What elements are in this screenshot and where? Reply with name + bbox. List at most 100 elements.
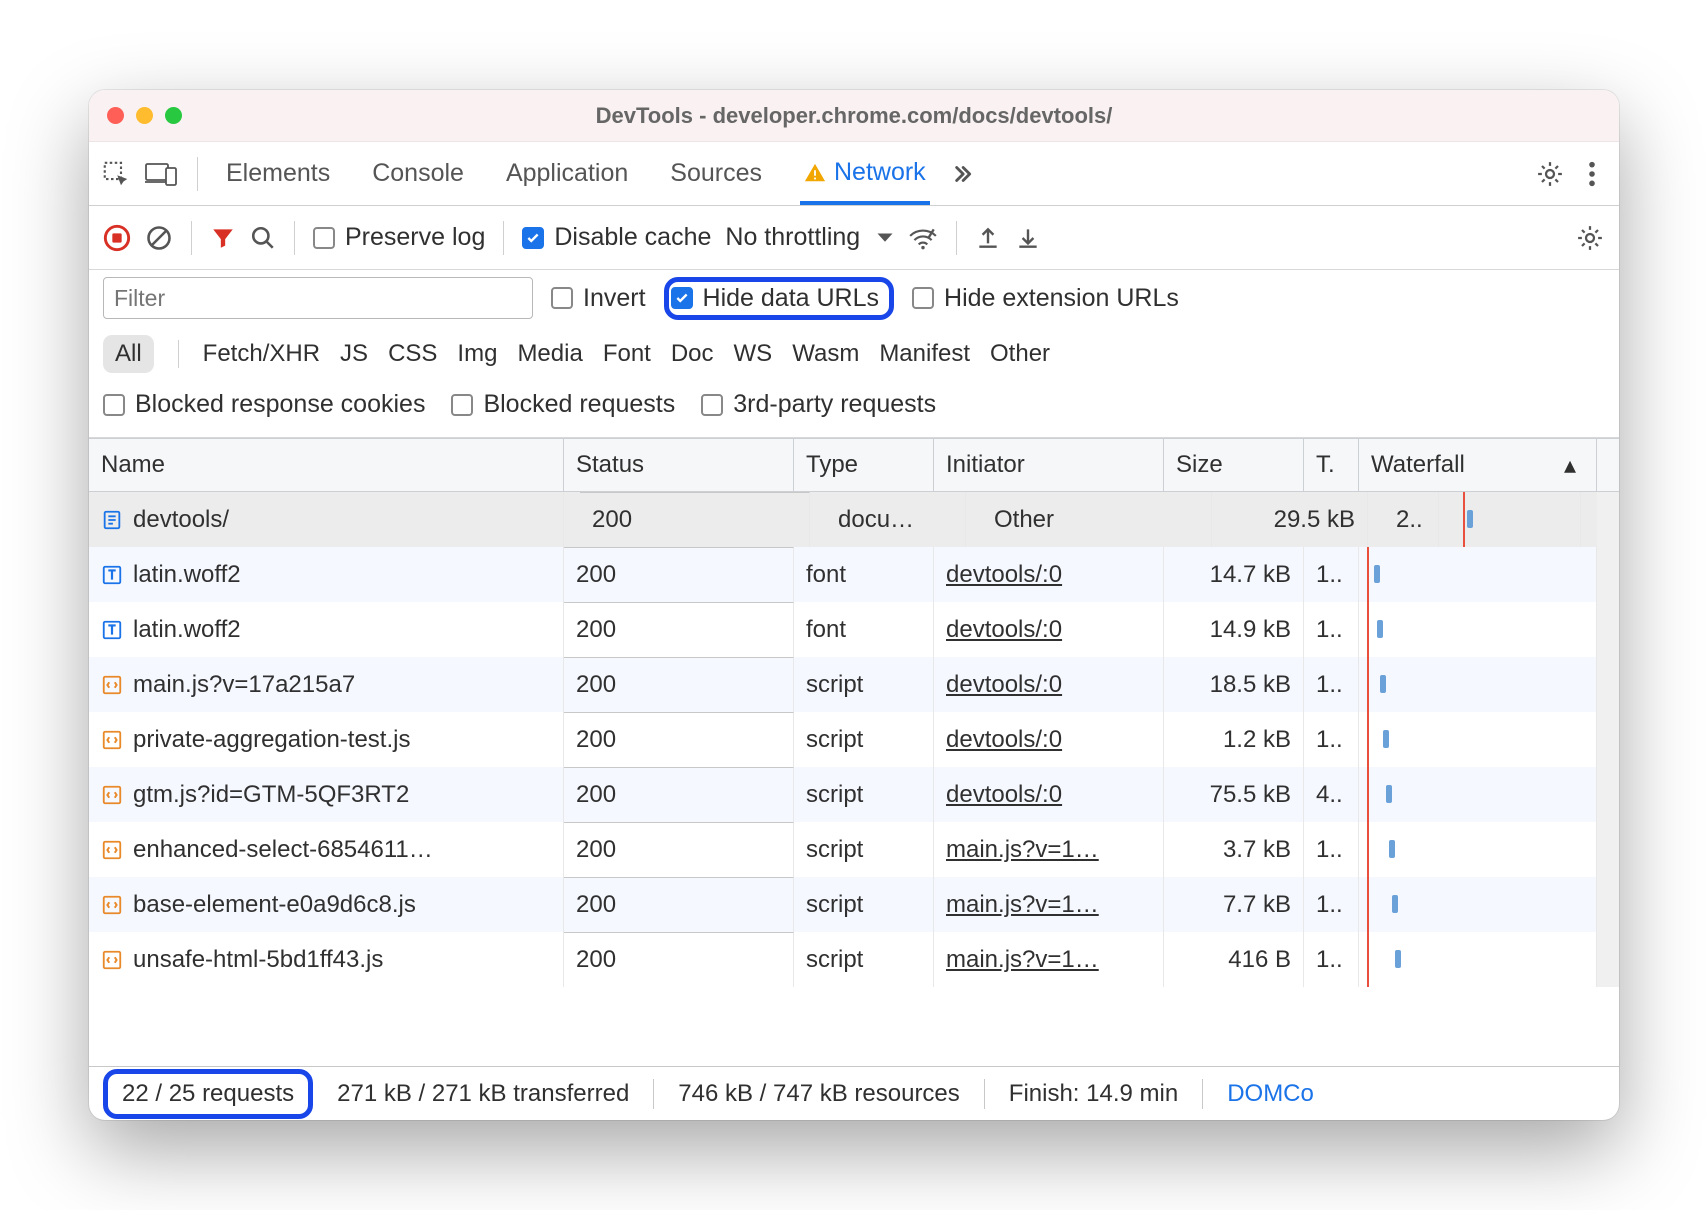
- request-initiator[interactable]: devtools/:0: [934, 547, 1164, 602]
- col-type[interactable]: Type: [794, 439, 934, 491]
- resources-size: 746 kB / 747 kB resources: [654, 1080, 983, 1108]
- device-toolbar-icon[interactable]: [145, 160, 177, 188]
- throttling-select[interactable]: No throttling: [725, 223, 894, 252]
- more-tabs-icon[interactable]: [934, 161, 988, 187]
- domcontentloaded-link[interactable]: DOMCo: [1203, 1080, 1338, 1108]
- table-row[interactable]: unsafe-html-5bd1ff43.js200scriptmain.js?…: [89, 932, 1619, 987]
- request-initiator[interactable]: main.js?v=1…: [934, 822, 1164, 877]
- import-har-icon[interactable]: [1015, 225, 1041, 251]
- tab-elements[interactable]: Elements: [222, 145, 334, 202]
- request-initiator[interactable]: main.js?v=1…: [934, 877, 1164, 932]
- tab-application[interactable]: Application: [502, 145, 632, 202]
- disable-cache-checkbox[interactable]: Disable cache: [522, 223, 711, 252]
- network-conditions-icon[interactable]: [908, 225, 938, 251]
- hide-data-urls-highlight: Hide data URLs: [664, 277, 894, 320]
- waterfall-cell: [1359, 932, 1597, 987]
- col-status[interactable]: Status: [564, 439, 794, 491]
- table-row[interactable]: devtools/200docu…Other29.5 kB2..: [89, 492, 1619, 547]
- scrollbar[interactable]: [1597, 657, 1619, 712]
- col-size[interactable]: Size: [1164, 439, 1304, 491]
- tab-network[interactable]: Network: [800, 144, 930, 205]
- type-filter-wasm[interactable]: Wasm: [792, 340, 859, 368]
- request-initiator[interactable]: devtools/:0: [934, 712, 1164, 767]
- table-row[interactable]: private-aggregation-test.js200scriptdevt…: [89, 712, 1619, 767]
- hide-extension-urls-checkbox[interactable]: Hide extension URLs: [912, 284, 1179, 313]
- table-row[interactable]: base-element-e0a9d6c8.js200scriptmain.js…: [89, 877, 1619, 932]
- type-filter-row: All Fetch/XHR JS CSS Img Media Font Doc WS Wasm Ma…: [89, 326, 1619, 382]
- inspect-element-icon[interactable]: [101, 159, 131, 189]
- scrollbar[interactable]: [1597, 712, 1619, 767]
- type-filter-other[interactable]: Other: [990, 340, 1050, 368]
- col-waterfall[interactable]: Waterfall▴: [1359, 439, 1597, 491]
- type-filter-media[interactable]: Media: [517, 340, 582, 368]
- export-har-icon[interactable]: [975, 225, 1001, 251]
- col-initiator[interactable]: Initiator: [934, 439, 1164, 491]
- settings-icon[interactable]: [1535, 159, 1565, 189]
- table-row[interactable]: main.js?v=17a215a7200scriptdevtools/:018…: [89, 657, 1619, 712]
- request-size: 1.2 kB: [1164, 712, 1304, 767]
- third-party-checkbox[interactable]: 3rd-party requests: [701, 390, 936, 419]
- scrollbar[interactable]: [1597, 492, 1619, 547]
- request-size: 75.5 kB: [1164, 767, 1304, 822]
- scrollbar[interactable]: [1597, 932, 1619, 987]
- table-row[interactable]: latin.woff2200fontdevtools/:014.7 kB1..: [89, 547, 1619, 602]
- filter-funnel-icon[interactable]: [210, 225, 236, 251]
- request-name: latin.woff2: [133, 561, 241, 589]
- type-filter-manifest[interactable]: Manifest: [879, 340, 970, 368]
- network-settings-icon[interactable]: [1575, 223, 1605, 253]
- file-type-icon: [101, 839, 123, 861]
- titlebar: DevTools - developer.chrome.com/docs/dev…: [89, 90, 1619, 142]
- filter-input[interactable]: [103, 277, 533, 319]
- preserve-log-checkbox[interactable]: Preserve log: [313, 223, 485, 252]
- request-initiator[interactable]: devtools/:0: [934, 602, 1164, 657]
- tab-console[interactable]: Console: [368, 145, 468, 202]
- col-time[interactable]: T.: [1304, 439, 1359, 491]
- request-size: 14.9 kB: [1164, 602, 1304, 657]
- type-filter-doc[interactable]: Doc: [671, 340, 714, 368]
- request-time: 2..: [1384, 492, 1439, 547]
- request-status: 200: [564, 767, 794, 822]
- request-time: 1..: [1304, 932, 1359, 987]
- invert-checkbox[interactable]: Invert: [551, 284, 646, 313]
- scrollbar[interactable]: [1597, 767, 1619, 822]
- scrollbar[interactable]: [1597, 877, 1619, 932]
- scrollbar[interactable]: [1597, 822, 1619, 877]
- request-initiator[interactable]: main.js?v=1…: [934, 932, 1164, 987]
- clear-icon[interactable]: [145, 224, 173, 252]
- request-initiator[interactable]: devtools/:0: [934, 767, 1164, 822]
- waterfall-cell: [1359, 712, 1597, 767]
- requests-count-highlight: 22 / 25 requests: [103, 1069, 313, 1119]
- table-row[interactable]: latin.woff2200fontdevtools/:014.9 kB1..: [89, 602, 1619, 657]
- type-filter-fetchxhr[interactable]: Fetch/XHR: [203, 340, 320, 368]
- type-filter-all[interactable]: All: [103, 335, 154, 373]
- type-filter-font[interactable]: Font: [603, 340, 651, 368]
- blocked-cookies-checkbox[interactable]: Blocked response cookies: [103, 390, 425, 419]
- col-name[interactable]: Name: [89, 439, 564, 491]
- table-row[interactable]: gtm.js?id=GTM-5QF3RT2200scriptdevtools/:…: [89, 767, 1619, 822]
- file-type-icon: [101, 729, 123, 751]
- kebab-menu-icon[interactable]: [1587, 160, 1597, 188]
- search-icon[interactable]: [250, 225, 276, 251]
- blocked-requests-checkbox[interactable]: Blocked requests: [451, 390, 675, 419]
- extra-filter-row: Blocked response cookies Blocked request…: [89, 382, 1619, 438]
- request-size: 3.7 kB: [1164, 822, 1304, 877]
- record-icon[interactable]: [103, 224, 131, 252]
- request-size: 14.7 kB: [1164, 547, 1304, 602]
- hide-data-urls-checkbox[interactable]: Hide data URLs: [671, 284, 879, 313]
- request-initiator[interactable]: devtools/:0: [934, 657, 1164, 712]
- requests-count: 22 / 25 requests: [122, 1080, 294, 1107]
- scrollbar[interactable]: [1597, 602, 1619, 657]
- request-time: 4..: [1304, 767, 1359, 822]
- tab-sources[interactable]: Sources: [666, 145, 766, 202]
- waterfall-cell: [1359, 822, 1597, 877]
- request-status: 200: [564, 877, 794, 932]
- scrollbar[interactable]: [1597, 547, 1619, 602]
- type-filter-img[interactable]: Img: [457, 340, 497, 368]
- type-filter-js[interactable]: JS: [340, 340, 368, 368]
- table-row[interactable]: enhanced-select-6854611…200scriptmain.js…: [89, 822, 1619, 877]
- waterfall-cell: [1359, 657, 1597, 712]
- request-status: 200: [564, 822, 794, 877]
- type-filter-css[interactable]: CSS: [388, 340, 437, 368]
- request-name: gtm.js?id=GTM-5QF3RT2: [133, 781, 409, 809]
- type-filter-ws[interactable]: WS: [734, 340, 773, 368]
